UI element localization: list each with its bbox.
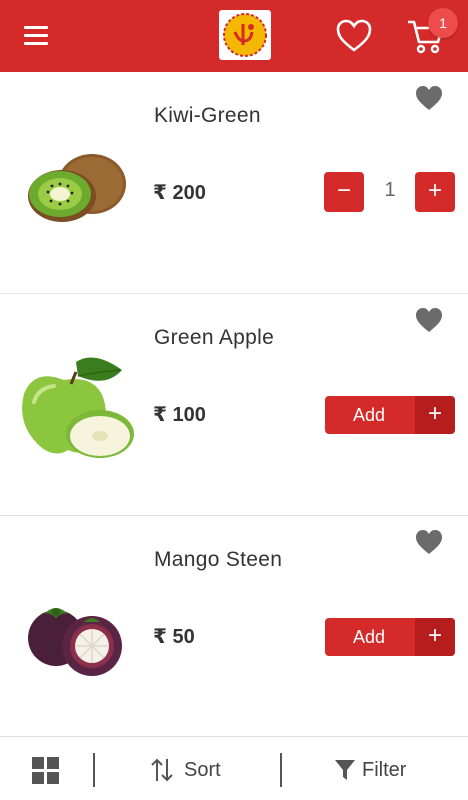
increase-quantity-button[interactable]: + [415, 172, 455, 212]
product-name[interactable]: Kiwi-Green [154, 104, 261, 128]
add-label[interactable]: Add [325, 618, 413, 656]
product-card[interactable]: Green Apple ₹ 100 Add + [0, 294, 468, 516]
sort-button[interactable]: Sort [150, 755, 221, 785]
product-card[interactable]: Mango Steen ₹ 50 Add + [0, 516, 468, 738]
product-name[interactable]: Mango Steen [154, 548, 282, 572]
product-price: ₹ 50 [153, 626, 195, 648]
plus-icon[interactable]: + [415, 396, 455, 434]
product-card[interactable]: Kiwi-Green ₹ 200 − 1 + [0, 72, 468, 294]
filter-funnel-icon [335, 760, 355, 780]
add-label[interactable]: Add [325, 396, 413, 434]
sort-arrows-icon [151, 758, 173, 782]
plus-icon[interactable]: + [415, 618, 455, 656]
kiwi-image[interactable] [14, 138, 138, 236]
favorite-heart-icon[interactable] [414, 84, 444, 112]
add-to-cart-button[interactable]: Add + [325, 618, 455, 656]
quantity-value: 1 [384, 179, 396, 201]
decrease-quantity-button[interactable]: − [324, 172, 364, 212]
favorite-heart-icon[interactable] [414, 306, 444, 334]
mangosteen-image[interactable] [14, 584, 138, 684]
app-bar: 1 [0, 0, 468, 72]
sort-label[interactable]: Sort [184, 759, 221, 782]
divider [93, 753, 95, 787]
product-name[interactable]: Green Apple [154, 326, 274, 350]
cart-count-badge: 1 [428, 8, 458, 38]
bottom-toolbar: Sort Filter [0, 736, 468, 800]
product-price: ₹ 200 [153, 182, 206, 204]
filter-button[interactable]: Filter [334, 755, 406, 785]
product-price: ₹ 100 [153, 404, 206, 426]
wishlist-heart-icon[interactable] [335, 18, 373, 54]
filter-label[interactable]: Filter [362, 759, 406, 782]
grid-view-icon[interactable] [32, 757, 60, 785]
store-logo-icon[interactable] [219, 10, 271, 60]
green-apple-image[interactable] [14, 352, 138, 462]
favorite-heart-icon[interactable] [414, 528, 444, 556]
divider [280, 753, 282, 787]
hamburger-menu-icon[interactable] [20, 22, 54, 50]
add-to-cart-button[interactable]: Add + [325, 396, 455, 434]
